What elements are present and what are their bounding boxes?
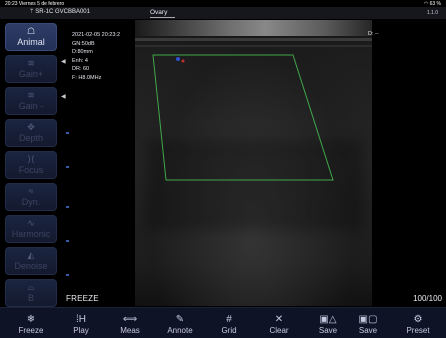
freeze-button[interactable]: ❄ Freeze [5,309,57,338]
frequency-value: F: H8.0MHz [72,74,102,81]
roi-box[interactable] [150,53,340,183]
echo-streak [135,38,372,41]
sidebar-b-mode-button[interactable]: ⌓ B [5,279,57,307]
depth-icon: ✥ [27,122,35,132]
clear-button[interactable]: ✕ Clear [253,309,305,338]
gain-value: GN:50dB [72,40,95,47]
echo-streak [135,45,372,47]
version-label: 1.1.0 [426,10,438,16]
sidebar-denoise-button[interactable]: ◭ Denoise [5,247,57,275]
play-button[interactable]: ⁞H Play [55,309,107,338]
dynamic-range-value: DR: 60 [72,66,90,73]
status-bar: 20:23 Viernes 5 de febrero ◠ 63 % [0,0,446,7]
depth-mark [66,132,69,134]
gain-minus-icon: ≋ [27,90,35,100]
sidebar-dyn-button[interactable]: ≈ Dyn. [5,183,57,211]
sidebar: ☖ Animal ≋ Gain+ ≋ Gain - ✥ Depth ⟩⟨ Foc… [0,21,60,308]
save-image-icon: ▣△ [319,313,337,325]
play-icon: ⁞H [76,313,86,325]
measure-button[interactable]: ⟺ Meas [104,309,156,338]
datetime-label: 2021-02-05 20:23:2 [72,32,121,38]
gain-up-arrow-icon: ◀ [61,59,66,65]
annotate-button[interactable]: ✎ Annote [154,309,206,338]
depth-mark [66,206,69,208]
distance-readout: D: -- [368,31,379,37]
preset-button[interactable]: ⚙ Preset [392,309,444,338]
sidebar-focus-button[interactable]: ⟩⟨ Focus [5,151,57,179]
harmonic-icon: ∿ [27,218,35,228]
probe-bar: ᛘ SR-1C GVCBBA001 Ovary 1.1.0 [0,7,446,19]
b-mode-icon: ⌓ [27,282,35,292]
focus-icon: ⟩⟨ [27,154,35,164]
sidebar-harmonic-button[interactable]: ∿ Harmonic [5,215,57,243]
animal-icon: ☖ [26,26,36,36]
freeze-status: FREEZE [66,294,99,303]
depth-value: D:80mm [72,49,93,56]
grid-button[interactable]: # Grid [203,309,255,338]
denoise-icon: ◭ [27,250,35,260]
sidebar-gain-minus-button[interactable]: ≋ Gain - [5,87,57,115]
probe-name[interactable]: ᛘ SR-1C GVCBBA001 [30,9,90,15]
sidebar-depth-button[interactable]: ✥ Depth [5,119,57,147]
snowflake-icon: ❄ [26,313,36,325]
measure-icon: ⟺ [122,313,138,325]
sidebar-gain-plus-button[interactable]: ≋ Gain+ [5,55,57,83]
save-cine-button[interactable]: ▣▢ Save [342,309,394,338]
gain-down-arrow-icon: ◀ [61,94,66,100]
depth-mark [66,166,69,168]
dynamic-range-icon: ≈ [28,186,34,196]
parameter-overlay: 2021-02-05 20:23:2 GN:50dB D:80mm Enh: 4… [72,31,120,83]
save-cine-icon: ▣▢ [358,313,378,325]
frame-counter: 100/100 [413,294,442,303]
depth-mark [66,274,69,276]
preset-selector[interactable]: Ovary [150,9,176,18]
gear-icon: ⚙ [413,313,423,325]
probe-icon: ᛘ [30,9,34,15]
near-field-echo [135,20,372,36]
grid-icon: # [226,313,232,325]
clear-icon: ✕ [274,313,284,325]
annotate-icon: ✎ [175,313,185,325]
gain-plus-icon: ≋ [27,58,35,68]
bottom-toolbar: ❄ Freeze ⁞H Play ⟺ Meas ✎ Annote # Grid … [0,307,446,338]
enhance-value: Enh: 4 [72,57,88,64]
sidebar-animal-button[interactable]: ☖ Animal [5,23,57,51]
depth-mark [66,240,69,242]
